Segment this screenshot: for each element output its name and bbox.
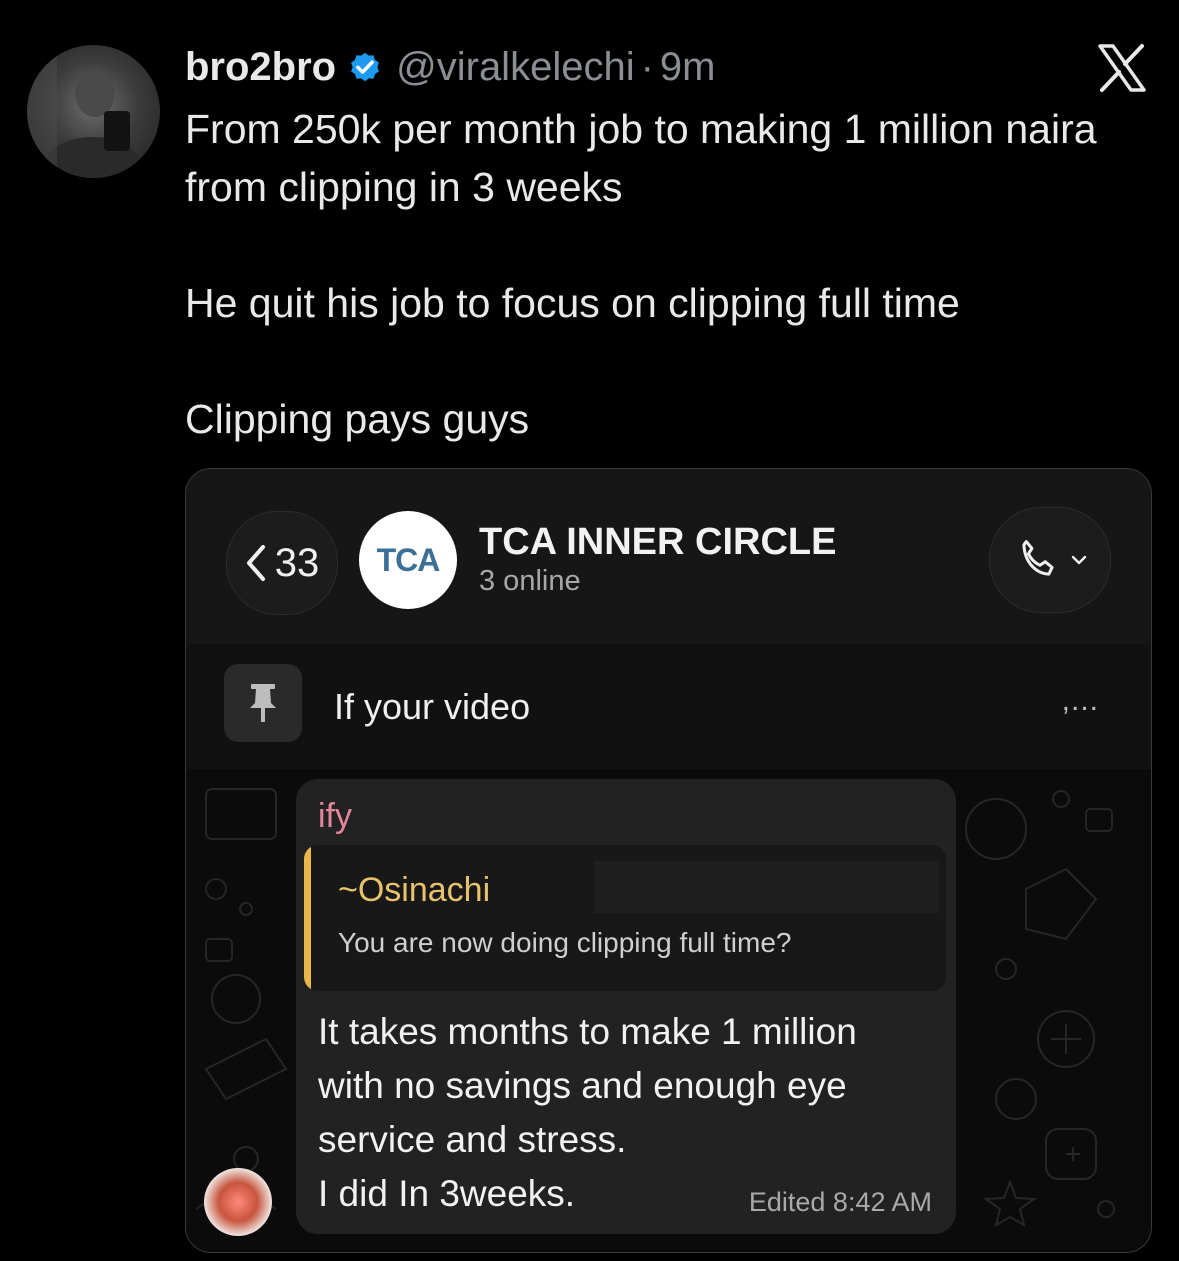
- separator-dot: ·: [640, 44, 654, 89]
- message-line: It takes months to make 1 million: [318, 1011, 857, 1052]
- tweet-time[interactable]: 9m: [660, 45, 716, 90]
- tweet-line: Clipping pays guys: [185, 396, 530, 442]
- phone-icon: [1022, 540, 1054, 576]
- back-button[interactable]: 33: [226, 511, 338, 615]
- group-avatar[interactable]: TCA: [359, 511, 457, 609]
- attached-screenshot[interactable]: 33 TCA TCA INNER CIRCLE 3 online If your…: [185, 468, 1152, 1253]
- pinned-message-bar[interactable]: If your video ,...: [186, 644, 1151, 769]
- tweet-header: bro2bro @viralkelechi · 9m: [185, 42, 1179, 92]
- message-bubble[interactable]: ify ~Osinachi You are now doing clipping…: [296, 779, 956, 1234]
- call-button[interactable]: [989, 507, 1111, 613]
- reply-text: You are now doing clipping full time?: [338, 927, 792, 958]
- redacted-area: [594, 861, 939, 913]
- quoted-reply[interactable]: ~Osinachi You are now doing clipping ful…: [304, 845, 946, 991]
- chevron-down-icon: [1071, 555, 1087, 565]
- pinned-text: If your video: [334, 686, 531, 727]
- tweet-line: From 250k per month job to making 1 mill…: [185, 106, 1097, 210]
- group-logo-text: TCA: [376, 541, 441, 578]
- tweet-line: He quit his job to focus on clipping ful…: [185, 280, 960, 326]
- message-line: service and stress.: [318, 1119, 627, 1160]
- group-status: 3 online: [479, 565, 581, 597]
- tweet-body: From 250k per month job to making 1 mill…: [185, 100, 1145, 448]
- x-logo-icon[interactable]: [1096, 42, 1148, 94]
- redacted-area: [746, 672, 1061, 742]
- pinned-ellipsis: ,...: [1061, 684, 1099, 717]
- author-avatar[interactable]: [27, 45, 160, 178]
- pin-icon: [224, 664, 302, 742]
- message-sender[interactable]: ify: [318, 797, 352, 836]
- message-meta: Edited 8:42 AM: [748, 1187, 932, 1217]
- avatar-photo: [27, 45, 141, 178]
- group-name[interactable]: TCA INNER CIRCLE: [479, 521, 836, 564]
- message-line: with no savings and enough eye: [318, 1065, 847, 1106]
- unread-count: 33: [274, 540, 320, 585]
- chevron-left-icon: [246, 545, 265, 581]
- sender-avatar[interactable]: [204, 1168, 272, 1236]
- reply-author: ~Osinachi: [338, 871, 491, 909]
- reply-accent-bar: [304, 845, 311, 991]
- author-name[interactable]: bro2bro: [185, 45, 336, 90]
- author-handle[interactable]: @viralkelechi: [396, 45, 634, 90]
- verified-badge-icon: [346, 48, 384, 86]
